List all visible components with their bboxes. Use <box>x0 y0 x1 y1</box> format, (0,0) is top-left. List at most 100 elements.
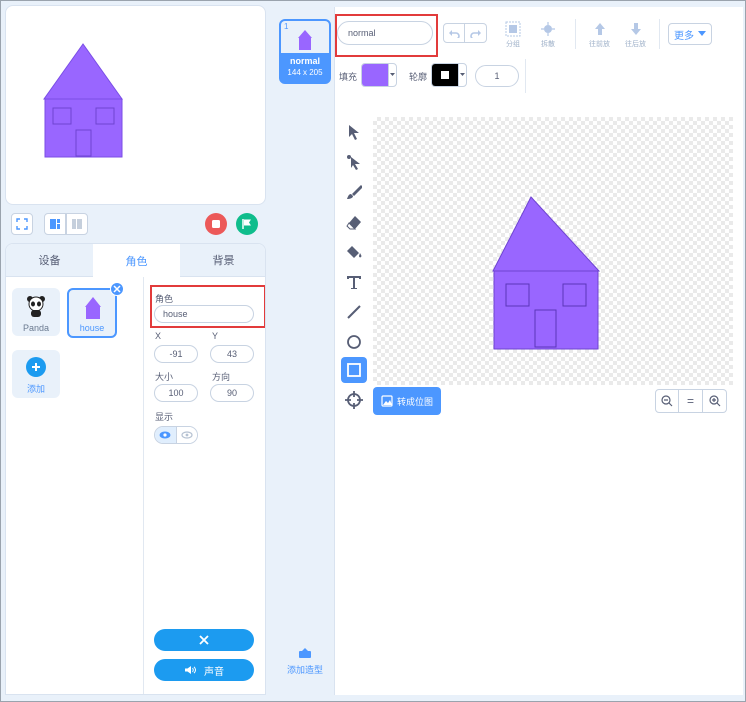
toolbar-divider <box>659 19 660 49</box>
zoom-out-button[interactable] <box>655 389 679 413</box>
eraser-icon <box>346 216 361 230</box>
tab-devices[interactable]: 设备 <box>6 244 93 277</box>
backward-label: 往后放 <box>625 41 646 48</box>
outline-width-input[interactable]: 1 <box>475 65 519 87</box>
green-flag-icon <box>242 219 251 229</box>
chevron-down-icon <box>698 31 706 36</box>
line-tool[interactable] <box>341 299 367 325</box>
show-button[interactable] <box>155 427 176 443</box>
house-thumb-icon <box>85 297 101 319</box>
group-button[interactable]: 分组 <box>505 21 521 49</box>
y-label: Y <box>212 331 219 341</box>
undo-icon <box>449 30 460 38</box>
stage-house-sprite[interactable] <box>6 6 266 205</box>
zoom-in-button[interactable] <box>703 389 727 413</box>
sound-button[interactable]: 声音 <box>154 659 254 681</box>
convert-bitmap-label: 转成位图 <box>396 396 433 407</box>
chevron-down-icon <box>458 64 466 86</box>
sound-button-label: 声音 <box>204 666 224 678</box>
size-label: 大小 <box>155 372 174 382</box>
costume-index: 1 <box>284 22 289 31</box>
app-window: 设备 角色 背景 Panda house 添加 角色 house X Y -91… <box>0 0 746 702</box>
direction-input[interactable]: 90 <box>210 384 254 402</box>
outline-swatch <box>432 64 458 86</box>
group-icon <box>505 21 521 37</box>
eraser-tool[interactable] <box>341 209 367 235</box>
reshape-icon <box>347 155 360 170</box>
tab-sprites[interactable]: 角色 <box>93 244 180 277</box>
costume-thumb-icon <box>298 30 312 50</box>
add-sprite-label: 添加 <box>26 384 45 394</box>
rectangle-tool[interactable] <box>341 357 367 383</box>
stop-button[interactable] <box>205 213 227 235</box>
sprite-tile-house[interactable]: house <box>67 288 117 338</box>
layout-large-icon <box>50 219 60 229</box>
hide-button[interactable] <box>175 427 197 443</box>
fill-label: 填充 <box>339 72 358 82</box>
x-input[interactable]: -91 <box>154 345 198 363</box>
eye-icon <box>159 431 171 439</box>
panda-icon <box>27 296 45 317</box>
close-code-button[interactable] <box>154 629 254 651</box>
sprite-name-label: Panda <box>22 323 50 333</box>
zoom-in-icon <box>708 395 720 407</box>
fill-tool[interactable] <box>341 239 367 265</box>
add-costume-label: 添加造型 <box>286 665 323 675</box>
sprite-tile-panda[interactable]: Panda <box>12 288 60 336</box>
highlight-costume-name <box>335 14 438 57</box>
text-tool[interactable] <box>341 269 367 295</box>
speaker-icon <box>185 666 196 674</box>
y-input[interactable]: 43 <box>210 345 254 363</box>
panel-tabs: 设备 角色 背景 <box>6 244 265 277</box>
fullscreen-button[interactable] <box>11 213 33 235</box>
forward-button[interactable]: 往前放 <box>589 21 610 49</box>
arrow-up-icon <box>594 23 605 35</box>
more-button[interactable]: 更多 <box>668 23 712 45</box>
costume-item-normal[interactable]: 1 normal 144 x 205 <box>279 19 331 84</box>
close-icon <box>113 285 121 293</box>
paint-canvas[interactable] <box>373 117 733 385</box>
green-flag-button[interactable] <box>236 213 258 235</box>
brush-tool[interactable] <box>341 179 367 205</box>
convert-bitmap-button[interactable]: 转成位图 <box>373 387 441 415</box>
ungroup-label: 拆散 <box>541 41 555 48</box>
undo-button[interactable] <box>443 23 465 43</box>
x-label: X <box>155 331 162 341</box>
fill-swatch <box>362 64 388 86</box>
center-tool[interactable] <box>341 387 367 413</box>
highlight-sprite-name <box>150 285 265 328</box>
cursor-arrow-icon <box>349 125 359 140</box>
arrow-down-icon <box>630 23 641 35</box>
large-stage-button[interactable] <box>44 213 66 235</box>
outline-color-picker[interactable] <box>431 63 467 87</box>
delete-sprite-button[interactable] <box>110 282 124 296</box>
show-label: 显示 <box>155 412 174 422</box>
ungroup-button[interactable]: 拆散 <box>540 21 556 49</box>
costume-list: 1 normal 144 x 205 添加造型 <box>275 7 335 695</box>
sprite-name-label: house <box>79 323 105 333</box>
fill-color-picker[interactable] <box>361 63 397 87</box>
group-label: 分组 <box>506 41 520 48</box>
fullscreen-icon <box>16 218 28 230</box>
more-label: 更多 <box>674 30 694 42</box>
circle-tool[interactable] <box>341 329 367 355</box>
tab-backdrops[interactable]: 背景 <box>180 244 265 277</box>
stop-icon <box>212 220 220 228</box>
zoom-reset-button[interactable]: = <box>679 389 703 413</box>
small-stage-button[interactable] <box>66 213 88 235</box>
stage-canvas[interactable] <box>5 5 266 205</box>
text-t-icon <box>347 276 361 289</box>
size-input[interactable]: 100 <box>154 384 198 402</box>
visibility-toggle <box>154 426 198 444</box>
add-costume-button[interactable]: 添加造型 <box>275 647 335 676</box>
reshape-tool[interactable] <box>341 149 367 175</box>
backward-button[interactable]: 往后放 <box>625 21 646 49</box>
add-sprite-button[interactable]: 添加 <box>12 350 60 398</box>
toolbar-divider <box>525 59 526 93</box>
select-tool[interactable] <box>341 119 367 145</box>
house-drawing[interactable] <box>373 117 733 385</box>
line-icon <box>347 305 361 319</box>
redo-button[interactable] <box>465 23 487 43</box>
image-icon <box>381 395 393 407</box>
direction-label: 方向 <box>212 372 231 382</box>
